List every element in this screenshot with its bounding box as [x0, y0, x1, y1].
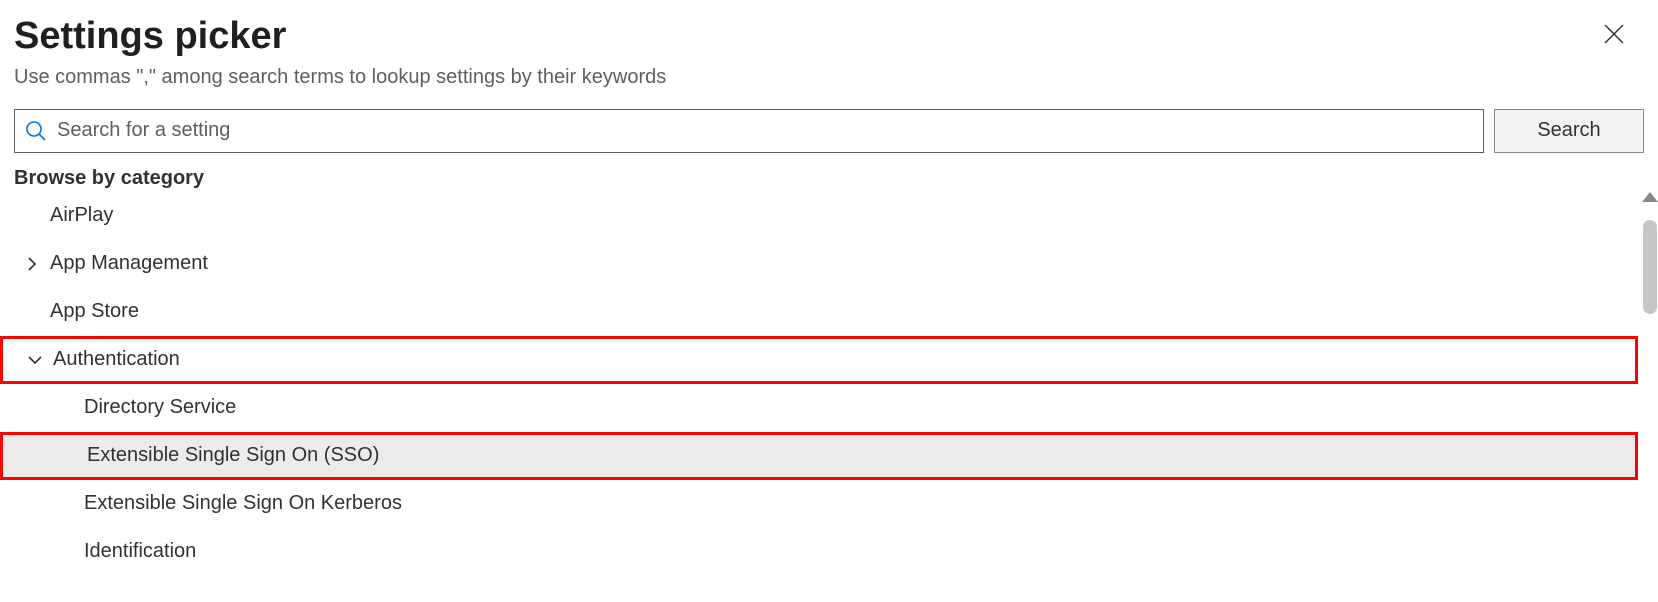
category-label: Directory Service	[84, 396, 236, 419]
category-tree: AirPlay App Management App Store Authent…	[0, 192, 1638, 576]
category-label: Identification	[84, 540, 196, 563]
scroll-thumb[interactable]	[1643, 220, 1657, 314]
chevron-right-icon	[14, 240, 50, 288]
chevron-down-icon	[17, 336, 53, 384]
category-subitem-extensible-sso-kerberos[interactable]: Extensible Single Sign On Kerberos	[14, 480, 1638, 528]
page-subtitle: Use commas "," among search terms to loo…	[14, 66, 1644, 89]
category-subitem-identification[interactable]: Identification	[14, 528, 1638, 576]
scroll-up-icon[interactable]	[1642, 192, 1658, 202]
category-item-app-store[interactable]: App Store	[14, 288, 1638, 336]
close-button[interactable]	[1598, 18, 1630, 50]
search-box[interactable]	[14, 109, 1484, 153]
category-label: App Management	[50, 252, 208, 275]
browse-by-category-label: Browse by category	[0, 157, 1658, 192]
category-item-airplay[interactable]: AirPlay	[14, 192, 1638, 240]
category-item-authentication[interactable]: Authentication	[0, 336, 1638, 384]
category-subitem-directory-service[interactable]: Directory Service	[14, 384, 1638, 432]
category-label: App Store	[50, 300, 139, 323]
category-item-app-management[interactable]: App Management	[14, 240, 1638, 288]
category-label: Extensible Single Sign On (SSO)	[87, 444, 379, 467]
category-label: Extensible Single Sign On Kerberos	[84, 492, 402, 515]
category-subitem-extensible-sso[interactable]: Extensible Single Sign On (SSO)	[0, 432, 1638, 480]
category-label: Authentication	[53, 348, 180, 371]
scrollbar[interactable]	[1642, 192, 1658, 592]
search-input[interactable]	[57, 119, 1473, 142]
close-icon	[1603, 23, 1625, 45]
search-button[interactable]: Search	[1494, 109, 1644, 153]
search-icon	[25, 120, 47, 142]
category-label: AirPlay	[50, 204, 113, 227]
page-title: Settings picker	[14, 14, 1644, 60]
